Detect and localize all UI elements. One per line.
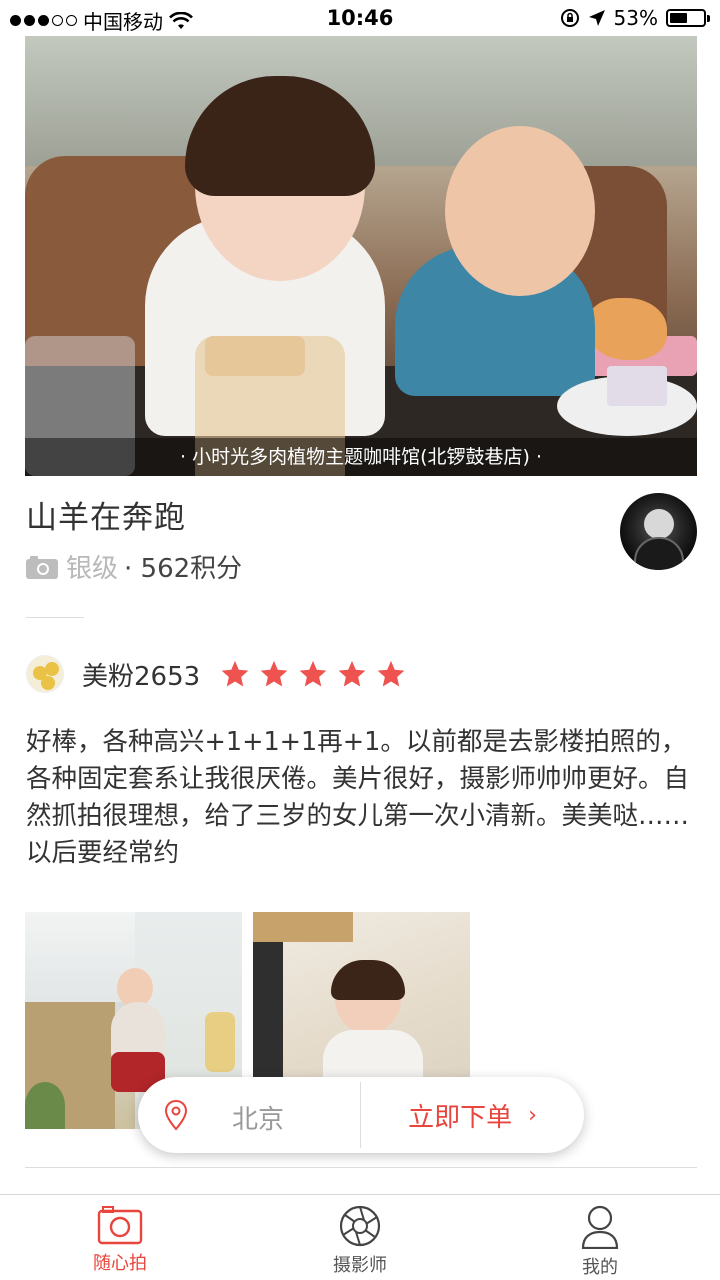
divider <box>25 1167 697 1168</box>
member-level: 银级 <box>66 554 119 584</box>
level-row: 银级 · 562积分 <box>26 548 242 585</box>
battery-level <box>670 13 687 23</box>
status-bar: 中国移动 10:46 53% <box>0 0 720 36</box>
person-icon <box>581 1205 619 1249</box>
reviewer-avatar[interactable] <box>26 655 64 693</box>
member-points: · 562积分 <box>124 554 243 584</box>
star-icon <box>338 660 366 687</box>
tab-random-shoot[interactable]: 随心拍 <box>60 1205 180 1275</box>
city-selector[interactable]: 北京 <box>138 1077 360 1153</box>
tab-mine[interactable]: 我的 <box>540 1205 660 1279</box>
reviewer-name: 美粉2653 <box>82 661 201 692</box>
city-label: 北京 <box>232 1105 285 1135</box>
aperture-icon <box>339 1205 381 1247</box>
hero-photo[interactable]: · 小时光多肉植物主题咖啡馆(北锣鼓巷店) · <box>25 36 697 476</box>
rating-stars <box>220 659 406 689</box>
order-now-label: 立即下单 <box>408 1102 513 1133</box>
star-icon <box>299 660 327 687</box>
tab-label: 随心拍 <box>93 1253 147 1274</box>
tab-bar: 随心拍 摄影师 我的 <box>0 1194 720 1280</box>
photographer-avatar[interactable] <box>620 493 697 570</box>
review-text: 好棒，各种高兴+1+1+1再+1。以前都是去影楼拍照的，各种固定套系让我很厌倦。… <box>26 727 690 868</box>
tab-label: 我的 <box>582 1257 618 1278</box>
chevron-right-icon: › <box>528 1102 537 1128</box>
star-icon <box>221 660 249 687</box>
location-arrow-icon <box>588 10 605 26</box>
camera-icon <box>97 1206 143 1245</box>
orientation-lock-icon <box>560 9 579 27</box>
order-now-button[interactable]: 立即下单 › <box>361 1077 584 1153</box>
battery-percent: 53% <box>613 6 658 30</box>
star-icon <box>260 660 288 687</box>
reviewer-row: 美粉2653 <box>26 655 406 693</box>
customer-name: 山羊在奔跑 <box>26 500 186 536</box>
tab-photographer[interactable]: 摄影师 <box>300 1205 420 1277</box>
action-bar: 北京 立即下单 › <box>138 1077 584 1153</box>
camera-icon <box>26 555 58 579</box>
location-caption[interactable]: · 小时光多肉植物主题咖啡馆(北锣鼓巷店) · <box>25 438 697 476</box>
location-pin-icon <box>164 1099 188 1131</box>
status-right: 53% <box>560 6 710 30</box>
divider <box>26 617 84 618</box>
tab-label: 摄影师 <box>333 1255 387 1276</box>
battery-icon <box>666 9 710 27</box>
star-icon <box>377 660 405 687</box>
